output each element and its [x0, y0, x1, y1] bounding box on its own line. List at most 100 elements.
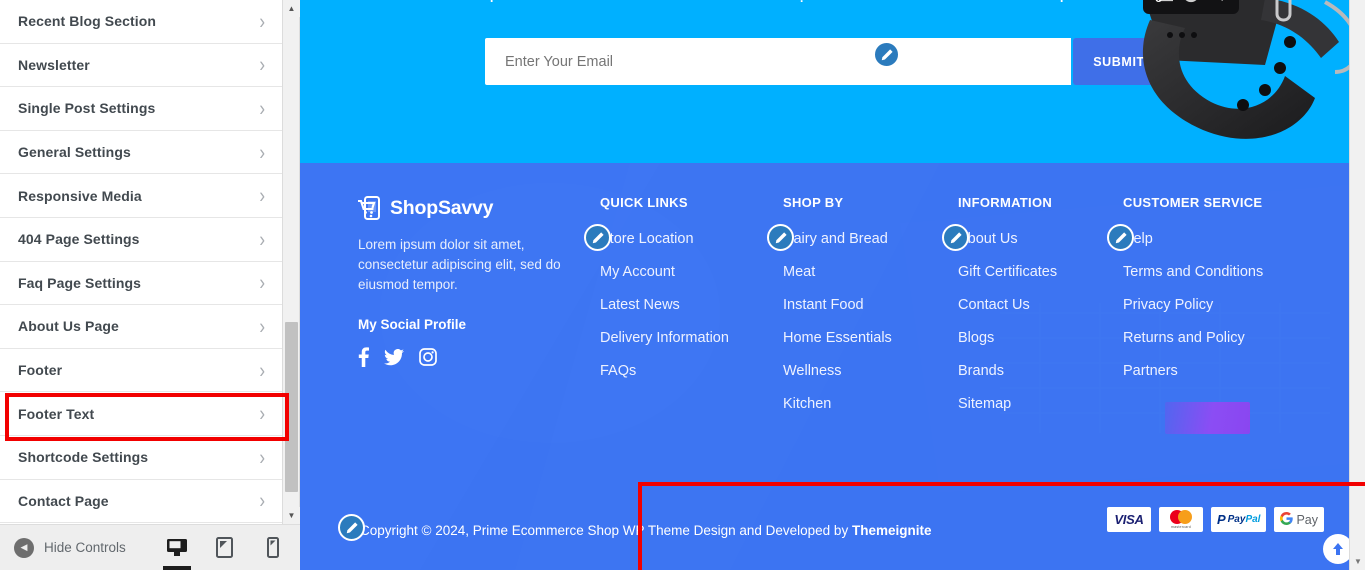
paypal-icon: P PayPal — [1210, 507, 1267, 532]
footer-link[interactable]: Delivery Information — [600, 329, 783, 348]
edit-pencil-icon[interactable] — [1107, 224, 1134, 251]
preview-scrollbar[interactable]: ▼ — [1349, 0, 1365, 570]
footer-link[interactable]: Wellness — [783, 362, 958, 381]
chevron-right-icon: › — [259, 270, 265, 295]
google-g-icon — [1280, 511, 1294, 528]
preview-controls-bar: ◀ Hide Controls — [0, 524, 300, 570]
mobile-preview-icon[interactable] — [260, 533, 286, 563]
footer-link-list[interactable]: Dairy and Bread Meat Instant Food Home Esse… — [783, 230, 958, 414]
footer-link-list[interactable]: Help Terms and Conditions Privacy Policy Re… — [1123, 230, 1303, 381]
copyright-line: Copyright © 2024, Prime Ecommerce Shop W… — [360, 522, 852, 538]
chevron-right-icon: › — [259, 314, 265, 339]
social-profile-title: My Social Profile — [358, 317, 467, 332]
tablet-preview-icon[interactable] — [212, 533, 238, 563]
sidebar-item-label: Responsive Media — [18, 187, 142, 204]
sidebar-item-footer-text[interactable]: Footer Text › — [0, 392, 283, 436]
site-preview: I. Io' — [300, 0, 1365, 570]
edit-pencil-icon[interactable] — [942, 224, 969, 251]
sidebar-item-responsive-media[interactable]: Responsive Media › — [0, 174, 283, 218]
footer-link[interactable]: FAQs — [600, 362, 783, 381]
payment-methods: VISA mastercard P PayPal Pay — [1106, 507, 1324, 532]
scroll-down-arrow-icon[interactable]: ▼ — [283, 507, 300, 524]
footer-link[interactable]: Instant Food — [783, 296, 958, 315]
sidebar-item-label: Faq Page Settings — [18, 274, 142, 291]
sidebar-item-label: Footer — [18, 362, 63, 379]
sidebar-item-label: Footer Text — [18, 405, 95, 422]
customizer-sidebar: Recent Blog Section › Newsletter › Single Po… — [0, 0, 300, 570]
desktop-preview-icon[interactable] — [162, 533, 191, 570]
footer-column-information: INFORMATION About Us Gift Certificates Con… — [942, 195, 1123, 428]
column-title: SHOP BY — [783, 195, 844, 210]
footer-link-list[interactable]: About Us Gift Certificates Contact Us Blogs… — [958, 230, 1123, 414]
footer-link[interactable]: Brands — [958, 362, 1123, 381]
preview-scroll-down-icon[interactable]: ▼ — [1350, 552, 1365, 570]
sidebar-item-label: Single Post Settings — [18, 100, 156, 117]
chevron-right-icon: › — [259, 227, 265, 252]
footer-copyright-bar: Copyright © 2024, Prime Ecommerce Shop W… — [338, 482, 1365, 570]
site-footer: ShopSavvy Lorem ipsum dolor sit amet, co… — [300, 163, 1365, 570]
twitter-icon[interactable] — [384, 348, 404, 366]
edit-pencil-icon[interactable] — [338, 514, 365, 541]
footer-link[interactable]: My Account — [600, 263, 783, 282]
footer-link[interactable]: Help — [1123, 230, 1303, 249]
footer-link[interactable]: Kitchen — [783, 395, 958, 414]
smartwatch-image — [1142, 0, 1360, 139]
footer-column-quick-links: QUICK LINKS Store Location My Account Late… — [584, 195, 783, 428]
sidebar-item-footer[interactable]: Footer › — [0, 348, 283, 393]
footer-link-list[interactable]: Store Location My Account Latest News Deliv… — [600, 230, 783, 381]
footer-link[interactable]: Dairy and Bread — [783, 230, 958, 249]
brand-logo[interactable]: ShopSavvy — [358, 195, 600, 221]
chevron-right-icon: › — [259, 140, 265, 164]
sidebar-item-general-settings[interactable]: General Settings › — [0, 130, 283, 175]
customizer-panel-list[interactable]: Recent Blog Section › Newsletter › Single Po… — [0, 0, 283, 524]
sidebar-item-shortcode-settings[interactable]: Shortcode Settings › — [0, 435, 283, 480]
facebook-icon[interactable] — [358, 347, 369, 367]
footer-link[interactable]: Returns and Policy — [1123, 329, 1303, 348]
sidebar-item-contact-page[interactable]: Contact Page › — [0, 479, 283, 524]
footer-column-customer-service: CUSTOMER SERVICE Help Terms and Condition… — [1107, 195, 1303, 434]
column-title: CUSTOMER SERVICE — [1123, 195, 1263, 210]
footer-link[interactable]: Store Location — [600, 230, 783, 249]
sidebar-item-newsletter[interactable]: Newsletter › — [0, 43, 283, 88]
sidebar-item-recent-blog-section[interactable]: Recent Blog Section › — [0, 0, 283, 44]
newsletter-form[interactable]: SUBMIT — [485, 38, 1165, 85]
mastercard-label: mastercard — [1170, 525, 1191, 529]
customizer-app: Recent Blog Section › Newsletter › Single Po… — [0, 0, 1365, 570]
footer-link[interactable]: Terms and Conditions — [1123, 263, 1303, 282]
footer-link[interactable]: Meat — [783, 263, 958, 282]
footer-link[interactable]: Blogs — [958, 329, 1123, 348]
hide-controls-button[interactable]: ◀ Hide Controls — [14, 537, 126, 558]
social-links[interactable] — [358, 347, 600, 367]
instagram-icon[interactable] — [419, 348, 437, 366]
column-title: QUICK LINKS — [600, 195, 688, 210]
footer-link[interactable]: Partners — [1123, 362, 1303, 381]
sidebar-item-about-us-page[interactable]: About Us Page › — [0, 305, 283, 349]
footer-link[interactable]: Latest News — [600, 296, 783, 315]
footer-link[interactable]: Gift Certificates — [958, 263, 1123, 282]
edit-pencil-icon[interactable] — [767, 224, 794, 251]
sidebar-item-label: About Us Page — [18, 318, 119, 335]
edit-pencil-icon[interactable] — [873, 41, 900, 68]
visa-icon: VISA — [1106, 507, 1151, 532]
sidebar-item-404-page-settings[interactable]: 404 Page Settings › — [0, 217, 283, 262]
sidebar-item-single-post-settings[interactable]: Single Post Settings › — [0, 87, 283, 131]
footer-link[interactable]: Privacy Policy — [1123, 296, 1303, 315]
sidebar-scrollbar[interactable]: ▲ ▼ — [282, 0, 300, 524]
sidebar-scroll-thumb[interactable] — [285, 322, 298, 492]
clipped-heading-row: I. Io' — [300, 0, 1365, 3]
edit-pencil-icon[interactable] — [584, 224, 611, 251]
footer-link[interactable]: Sitemap — [958, 395, 1123, 414]
sidebar-item-label: 404 Page Settings — [18, 231, 140, 248]
arrow-up-icon — [1333, 543, 1343, 555]
footer-brand-column: ShopSavvy Lorem ipsum dolor sit amet, co… — [358, 195, 600, 428]
footer-link[interactable]: About Us — [958, 230, 1123, 249]
chevron-right-icon: › — [259, 96, 265, 121]
email-input[interactable] — [485, 38, 1071, 85]
copyright-brand: Themeignite — [851, 522, 932, 538]
footer-link[interactable]: Home Essentials — [783, 329, 958, 348]
device-preview-switcher[interactable] — [162, 533, 286, 570]
visa-label: VISA — [1114, 512, 1144, 527]
scroll-up-arrow-icon[interactable]: ▲ — [283, 0, 300, 17]
sidebar-item-faq-page-settings[interactable]: Faq Page Settings › — [0, 261, 283, 306]
footer-link[interactable]: Contact Us — [958, 296, 1123, 315]
